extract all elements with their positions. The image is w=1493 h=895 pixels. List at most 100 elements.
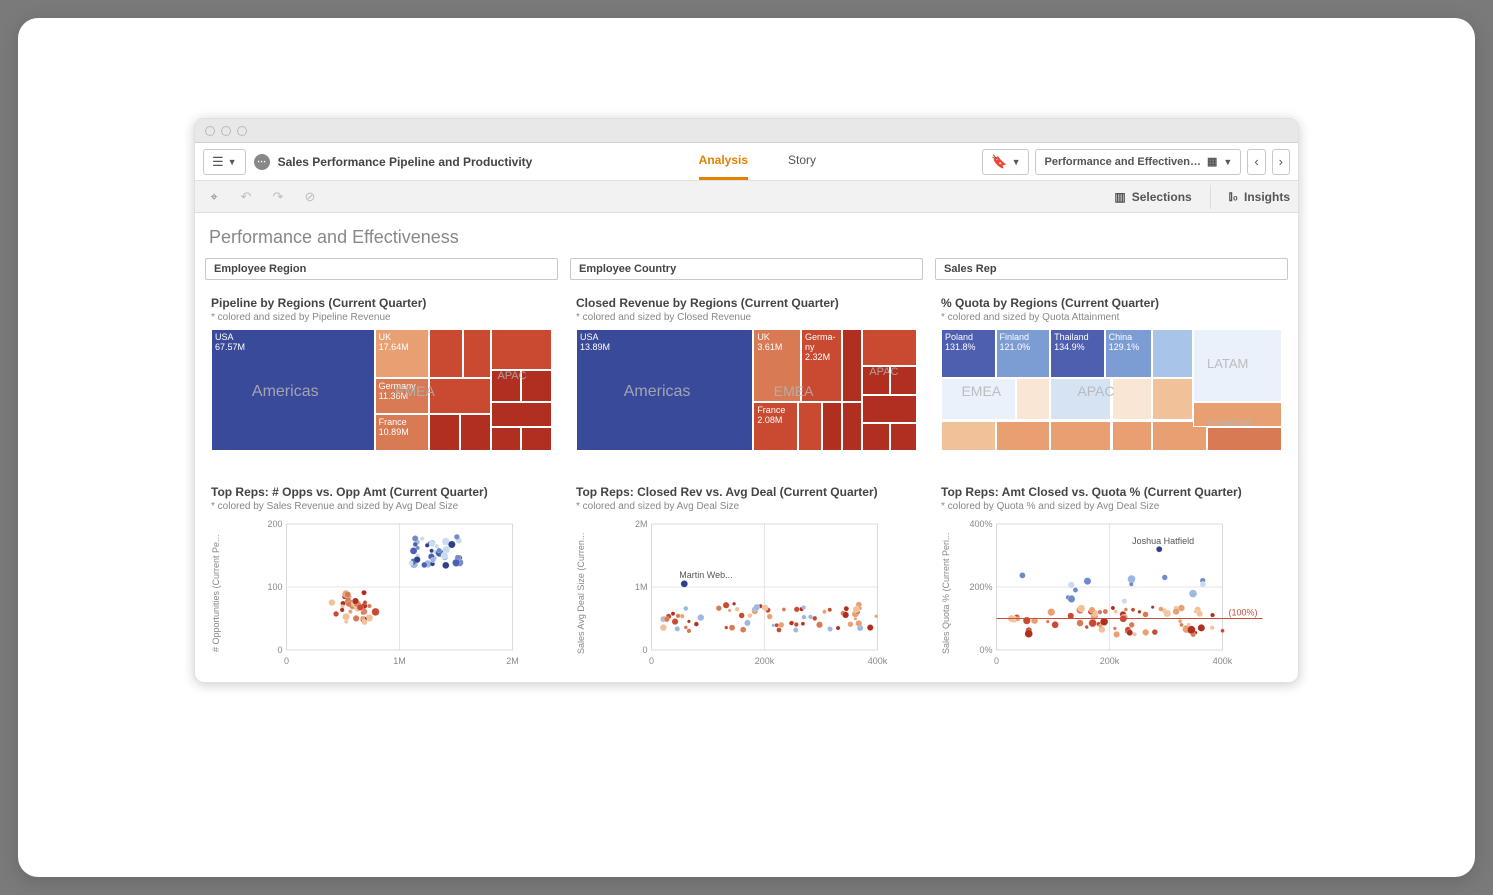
prev-sheet-button[interactable]: ‹ [1247, 149, 1265, 175]
svg-text:200k: 200k [1100, 656, 1120, 666]
chart-pipeline-treemap[interactable]: Pipeline by Regions (Current Quarter) * … [205, 290, 558, 451]
treemap-body: USA 67.57M Americas UK 17.64M Germany 11… [211, 329, 552, 451]
nav-menu-button[interactable]: ☰ ▼ [203, 149, 246, 175]
svg-text:400k: 400k [1213, 656, 1233, 666]
sheet-selector[interactable]: Performance and Effectiven… ▦ ▼ [1035, 149, 1241, 175]
svg-text:100: 100 [267, 582, 282, 592]
cell-value: 67.57M [215, 343, 371, 353]
cell-apac-5[interactable] [862, 423, 889, 451]
step-forward-button[interactable]: ↷ [267, 186, 289, 208]
cell-finland[interactable]: Finland 121.0% [996, 329, 1051, 378]
cell-apac-6[interactable] [890, 423, 917, 451]
cell-apac-3[interactable] [521, 370, 552, 402]
tab-analysis[interactable]: Analysis [699, 143, 748, 180]
svg-text:0%: 0% [979, 645, 992, 655]
bookmarks-button[interactable]: 🔖 ▼ [982, 149, 1029, 175]
cell-am-3[interactable] [1207, 427, 1282, 451]
cell-uk[interactable]: UK 3.61M [753, 329, 801, 402]
cell-apac-1[interactable] [491, 329, 552, 370]
chevron-down-icon: ▼ [1012, 157, 1021, 167]
cell-uk[interactable]: UK 17.64M [375, 329, 430, 378]
toolbar-right: 🔖 ▼ Performance and Effectiven… ▦ ▼ ‹ › [982, 149, 1290, 175]
scatter-plot: 0200k400k01M2MMartin Web... [590, 518, 917, 668]
cell-apac-6[interactable] [521, 427, 552, 451]
cell-apac-3[interactable] [1050, 421, 1111, 452]
cell-emea-4[interactable] [996, 421, 1051, 452]
cell-value: 3.61M [757, 343, 797, 353]
svg-text:200k: 200k [755, 656, 775, 666]
cell-apac-3[interactable] [890, 366, 917, 395]
svg-text:(100%): (100%) [1229, 608, 1258, 618]
chart-scatter-quota[interactable]: Top Reps: Amt Closed vs. Quota % (Curren… [935, 479, 1288, 668]
bookmark-icon: 🔖 [991, 154, 1007, 170]
chart-title: Top Reps: # Opps vs. Opp Amt (Current Qu… [211, 485, 552, 499]
filter-employee-country[interactable]: Employee Country [570, 258, 923, 280]
cell-usa[interactable]: USA 67.57M [211, 329, 375, 451]
cell-germany[interactable]: Germany 11.36M [375, 378, 430, 415]
chart-title: Top Reps: Closed Rev vs. Avg Deal (Curre… [576, 485, 917, 499]
sheet-selector-label: Performance and Effectiven… [1044, 156, 1201, 168]
step-back-button[interactable]: ↶ [235, 186, 257, 208]
chart-quota-treemap[interactable]: % Quota by Regions (Current Quarter) * c… [935, 290, 1288, 451]
minimize-icon[interactable] [221, 126, 231, 136]
cell-emea-3[interactable] [842, 329, 862, 402]
chart-closed-treemap[interactable]: Closed Revenue by Regions (Current Quart… [570, 290, 923, 451]
cell-apac-4[interactable] [491, 402, 552, 426]
cell-apac-2[interactable] [491, 370, 522, 402]
insights-button[interactable]: ⫾₀ Insights [1229, 189, 1290, 204]
filter-sales-rep[interactable]: Sales Rep [935, 258, 1288, 280]
cell-apac-2[interactable] [1112, 378, 1153, 421]
zoom-icon[interactable] [237, 126, 247, 136]
close-icon[interactable] [205, 126, 215, 136]
secondary-toolbar: ⌖ ↶ ↷ ⊘ ▥ Selections ⫾₀ Insights [195, 181, 1298, 213]
insights-icon: ⫾₀ [1229, 189, 1238, 204]
cell-china[interactable]: China 129.1% [1105, 329, 1153, 378]
chevron-right-icon: › [1279, 154, 1283, 169]
chart-subtitle: * colored and sized by Closed Revenue [576, 312, 917, 323]
svg-text:2M: 2M [635, 519, 648, 529]
top-toolbar: ☰ ▼ ⋯ Sales Performance Pipeline and Pro… [195, 143, 1298, 181]
cell-thailand[interactable]: Thailand 134.9% [1050, 329, 1105, 378]
cell-latam-2[interactable] [1193, 329, 1282, 402]
chart-scatter-opps[interactable]: Top Reps: # Opps vs. Opp Amt (Current Qu… [205, 479, 558, 668]
cell-usa[interactable]: USA 13.89M [576, 329, 753, 451]
cell-france[interactable]: France 10.89M [375, 414, 430, 451]
cell-emea-2[interactable] [463, 329, 490, 378]
cell-emea-2[interactable] [822, 402, 842, 451]
smart-search-button[interactable]: ⌖ [203, 186, 225, 208]
cell-emea-4[interactable] [842, 402, 862, 451]
cell-emea-1[interactable] [941, 378, 1016, 421]
cell-apac-1[interactable] [1050, 378, 1111, 421]
clear-selections-button[interactable]: ⊘ [299, 186, 321, 208]
cell-apac-1[interactable] [862, 329, 917, 366]
cell-apac-2[interactable] [862, 366, 889, 395]
svg-text:400%: 400% [969, 519, 992, 529]
cell-apac-4[interactable] [862, 395, 917, 423]
next-sheet-button[interactable]: › [1272, 149, 1290, 175]
cell-am-2[interactable] [1193, 402, 1282, 426]
insights-label: Insights [1244, 190, 1290, 204]
selections-label: Selections [1132, 190, 1192, 204]
cell-france[interactable]: France 2.08M [753, 402, 797, 451]
selections-tool[interactable]: ▥ Selections [1114, 190, 1191, 204]
cell-emea-1[interactable] [429, 329, 463, 378]
cell-emea-3[interactable] [941, 421, 996, 452]
cell-emea-1[interactable] [798, 402, 822, 451]
clear-icon: ⊘ [305, 189, 316, 205]
tab-story[interactable]: Story [788, 143, 816, 180]
chart-scatter-closed-avg[interactable]: Top Reps: Closed Rev vs. Avg Deal (Curre… [570, 479, 923, 668]
cell-germany[interactable]: Germa-ny 2.32M [801, 329, 842, 402]
cell-poland[interactable]: Poland 131.8% [941, 329, 996, 378]
cell-latam-3[interactable] [1152, 378, 1193, 421]
cell-apac-5[interactable] [491, 427, 522, 451]
cell-emea-5[interactable] [460, 414, 491, 451]
filter-employee-region[interactable]: Employee Region [205, 258, 558, 280]
cell-latam-1[interactable] [1152, 329, 1193, 378]
cell-emea-3[interactable] [429, 378, 490, 415]
chart-subtitle: * colored and sized by Quota Attainment [941, 312, 1282, 323]
cell-apac-4[interactable] [1112, 421, 1153, 452]
cell-emea-2[interactable] [1016, 378, 1050, 421]
cell-emea-4[interactable] [429, 414, 460, 451]
cell-value: 131.8% [945, 343, 992, 353]
chart-subtitle: * colored and sized by Pipeline Revenue [211, 312, 552, 323]
